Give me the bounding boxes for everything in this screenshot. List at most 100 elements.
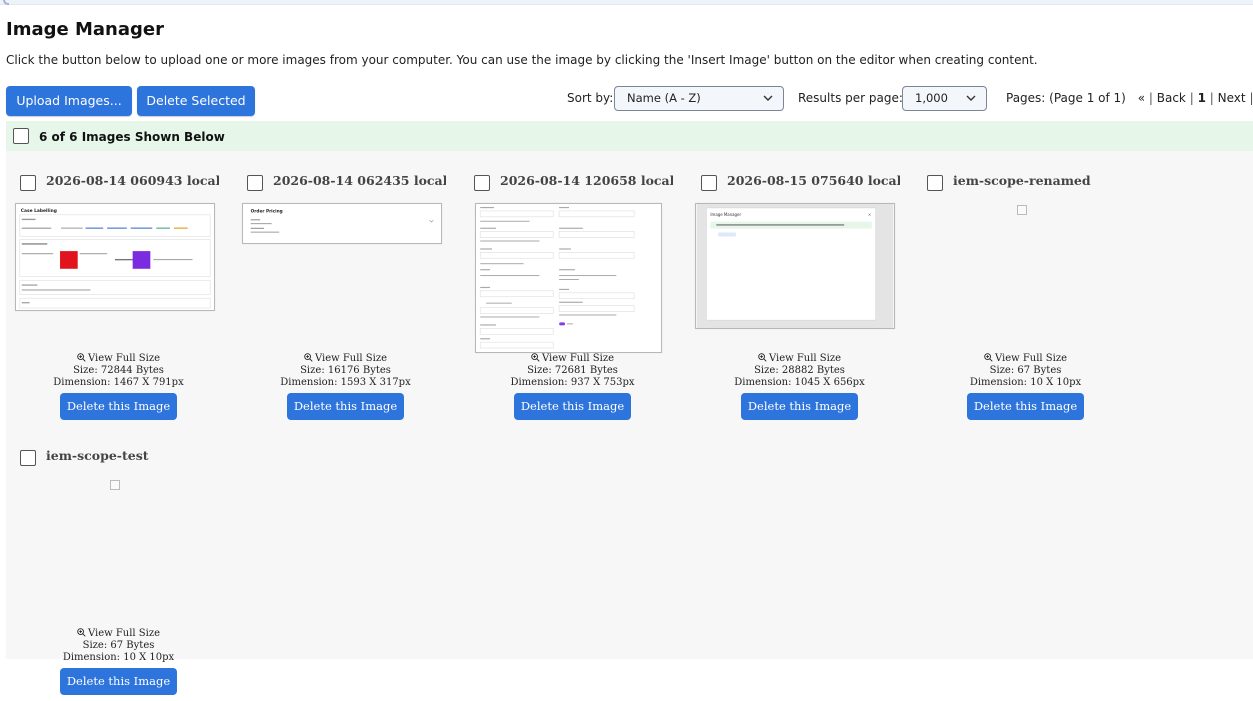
image-card: iem-scope-renamed View Full Size Size: 6…: [913, 151, 1138, 426]
delete-image-button[interactable]: Delete this Image: [287, 393, 404, 420]
image-select-checkbox[interactable]: [20, 450, 36, 466]
first-page-link[interactable]: «: [1138, 91, 1145, 105]
image-select-checkbox[interactable]: [247, 175, 263, 191]
screenshot-preview: Order Pricing: [250, 209, 434, 233]
pagination: Pages: (Page 1 of 1) « | Back | 1 | Next…: [1006, 91, 1253, 105]
page-description: Click the button below to upload one or …: [6, 53, 1038, 67]
view-full-size-link[interactable]: View Full Size: [6, 353, 231, 365]
image-select-checkbox[interactable]: [927, 175, 943, 191]
view-full-size-label: View Full Size: [87, 353, 161, 364]
summary-bar: 6 of 6 Images Shown Below: [6, 121, 1253, 151]
view-full-size-link[interactable]: View Full Size: [460, 353, 685, 365]
pagination-separator: |: [1209, 91, 1214, 105]
screenshot-preview: [479, 206, 635, 349]
back-link[interactable]: Back: [1157, 91, 1186, 105]
image-size: Size: 67 Bytes: [82, 640, 155, 651]
current-page: 1: [1197, 91, 1206, 105]
chevron-down-icon: [763, 95, 773, 101]
delete-image-button[interactable]: Delete this Image: [967, 393, 1084, 420]
page-title: Image Manager: [6, 19, 164, 40]
image-card: 2026-08-14 062435 localhost 2 Order Pric…: [233, 151, 458, 426]
image-meta: View Full Size Size: 28882 Bytes Dimensi…: [687, 353, 912, 389]
image-card: 2026-08-14 120658 localhost (: [460, 151, 685, 426]
upload-images-button[interactable]: Upload Images...: [6, 86, 132, 116]
image-filename: iem-scope-renamed: [953, 173, 1091, 188]
pagination-separator: |: [1189, 91, 1194, 105]
screenshot-preview: Case Labelling: [19, 208, 211, 309]
view-full-size-link[interactable]: View Full Size: [6, 628, 231, 640]
image-select-checkbox[interactable]: [701, 175, 717, 191]
results-per-page-value: 1,000: [915, 91, 948, 105]
view-full-size-label: View Full Size: [87, 628, 161, 639]
thumb-heading: Image Manager: [710, 212, 741, 217]
image-dimension: Dimension: 10 X 10px: [969, 377, 1082, 388]
image-thumbnail[interactable]: Case Labelling: [15, 203, 215, 311]
image-select-checkbox[interactable]: [20, 175, 36, 191]
image-thumbnail[interactable]: Image Manager ×: [695, 203, 895, 329]
top-strip: [0, 0, 1253, 5]
view-full-size-link[interactable]: View Full Size: [913, 353, 1138, 365]
view-full-size-label: View Full Size: [994, 353, 1068, 364]
image-filename: 2026-08-14 060943 localhost (: [46, 173, 219, 188]
broken-image-icon[interactable]: [110, 480, 120, 490]
next-link[interactable]: Next: [1218, 91, 1246, 105]
image-dimension: Dimension: 1467 X 791px: [53, 377, 184, 388]
screenshot-preview: Image Manager ×: [696, 204, 894, 328]
image-filename: iem-scope-test: [46, 448, 149, 463]
image-card: 2026-08-15 075640 localhost Image Manage…: [687, 151, 912, 426]
sort-label: Sort by:: [567, 91, 614, 105]
image-meta: View Full Size Size: 16176 Bytes Dimensi…: [233, 353, 458, 389]
image-filename: 2026-08-15 075640 localhost: [727, 173, 900, 188]
pages-info: Pages: (Page 1 of 1): [1006, 91, 1126, 105]
zoom-in-icon: [758, 353, 767, 362]
pagination-separator: |: [1249, 91, 1253, 105]
pagination-separator: |: [1148, 91, 1153, 105]
view-full-size-link[interactable]: View Full Size: [233, 353, 458, 365]
select-all-checkbox[interactable]: [13, 128, 29, 144]
zoom-in-icon: [304, 353, 313, 362]
images-count: 6 of 6 Images Shown Below: [39, 130, 225, 144]
image-dimension: Dimension: 1593 X 317px: [280, 377, 411, 388]
delete-image-button[interactable]: Delete this Image: [60, 393, 177, 420]
chevron-down-icon: [966, 95, 976, 101]
image-gallery: 2026-08-14 060943 localhost ( Case Label…: [6, 151, 1253, 695]
view-full-size-label: View Full Size: [768, 353, 842, 364]
delete-image-button[interactable]: Delete this Image: [741, 393, 858, 420]
image-size: Size: 28882 Bytes: [754, 365, 845, 376]
image-thumbnail[interactable]: Order Pricing: [242, 203, 442, 244]
image-select-checkbox[interactable]: [474, 175, 490, 191]
image-size: Size: 67 Bytes: [989, 365, 1062, 376]
image-meta: View Full Size Size: 72844 Bytes Dimensi…: [6, 353, 231, 389]
image-dimension: Dimension: 1045 X 656px: [734, 377, 865, 388]
view-full-size-link[interactable]: View Full Size: [687, 353, 912, 365]
zoom-in-icon: [77, 353, 86, 362]
image-thumbnail[interactable]: [475, 203, 662, 353]
broken-image-icon[interactable]: [1017, 205, 1027, 215]
svg-text:×: ×: [868, 212, 871, 217]
zoom-in-icon: [531, 353, 540, 362]
image-size: Size: 72844 Bytes: [73, 365, 164, 376]
frame-corner: [3, 0, 9, 5]
view-full-size-label: View Full Size: [541, 353, 615, 364]
sort-select[interactable]: Name (A - Z): [614, 86, 784, 111]
image-card: iem-scope-test View Full Size Size: 67 B…: [6, 426, 231, 701]
delete-image-button[interactable]: Delete this Image: [60, 668, 177, 695]
results-per-page-label: Results per page:: [798, 91, 903, 105]
zoom-in-icon: [984, 353, 993, 362]
thumb-heading: Order Pricing: [251, 209, 283, 215]
delete-image-button[interactable]: Delete this Image: [514, 393, 631, 420]
image-card: 2026-08-14 060943 localhost ( Case Label…: [6, 151, 231, 426]
image-filename: 2026-08-14 120658 localhost (: [500, 173, 673, 188]
image-meta: View Full Size Size: 67 Bytes Dimension:…: [913, 353, 1138, 389]
image-size: Size: 16176 Bytes: [300, 365, 391, 376]
delete-selected-button[interactable]: Delete Selected: [137, 86, 255, 116]
view-full-size-label: View Full Size: [314, 353, 388, 364]
results-per-page-select[interactable]: 1,000: [902, 86, 987, 111]
zoom-in-icon: [77, 628, 86, 637]
image-dimension: Dimension: 10 X 10px: [62, 652, 175, 663]
image-size: Size: 72681 Bytes: [527, 365, 618, 376]
image-meta: View Full Size Size: 72681 Bytes Dimensi…: [460, 353, 685, 389]
sort-select-value: Name (A - Z): [627, 91, 701, 105]
thumb-heading: Case Labelling: [21, 208, 57, 214]
image-filename: 2026-08-14 062435 localhost 2: [273, 173, 446, 188]
